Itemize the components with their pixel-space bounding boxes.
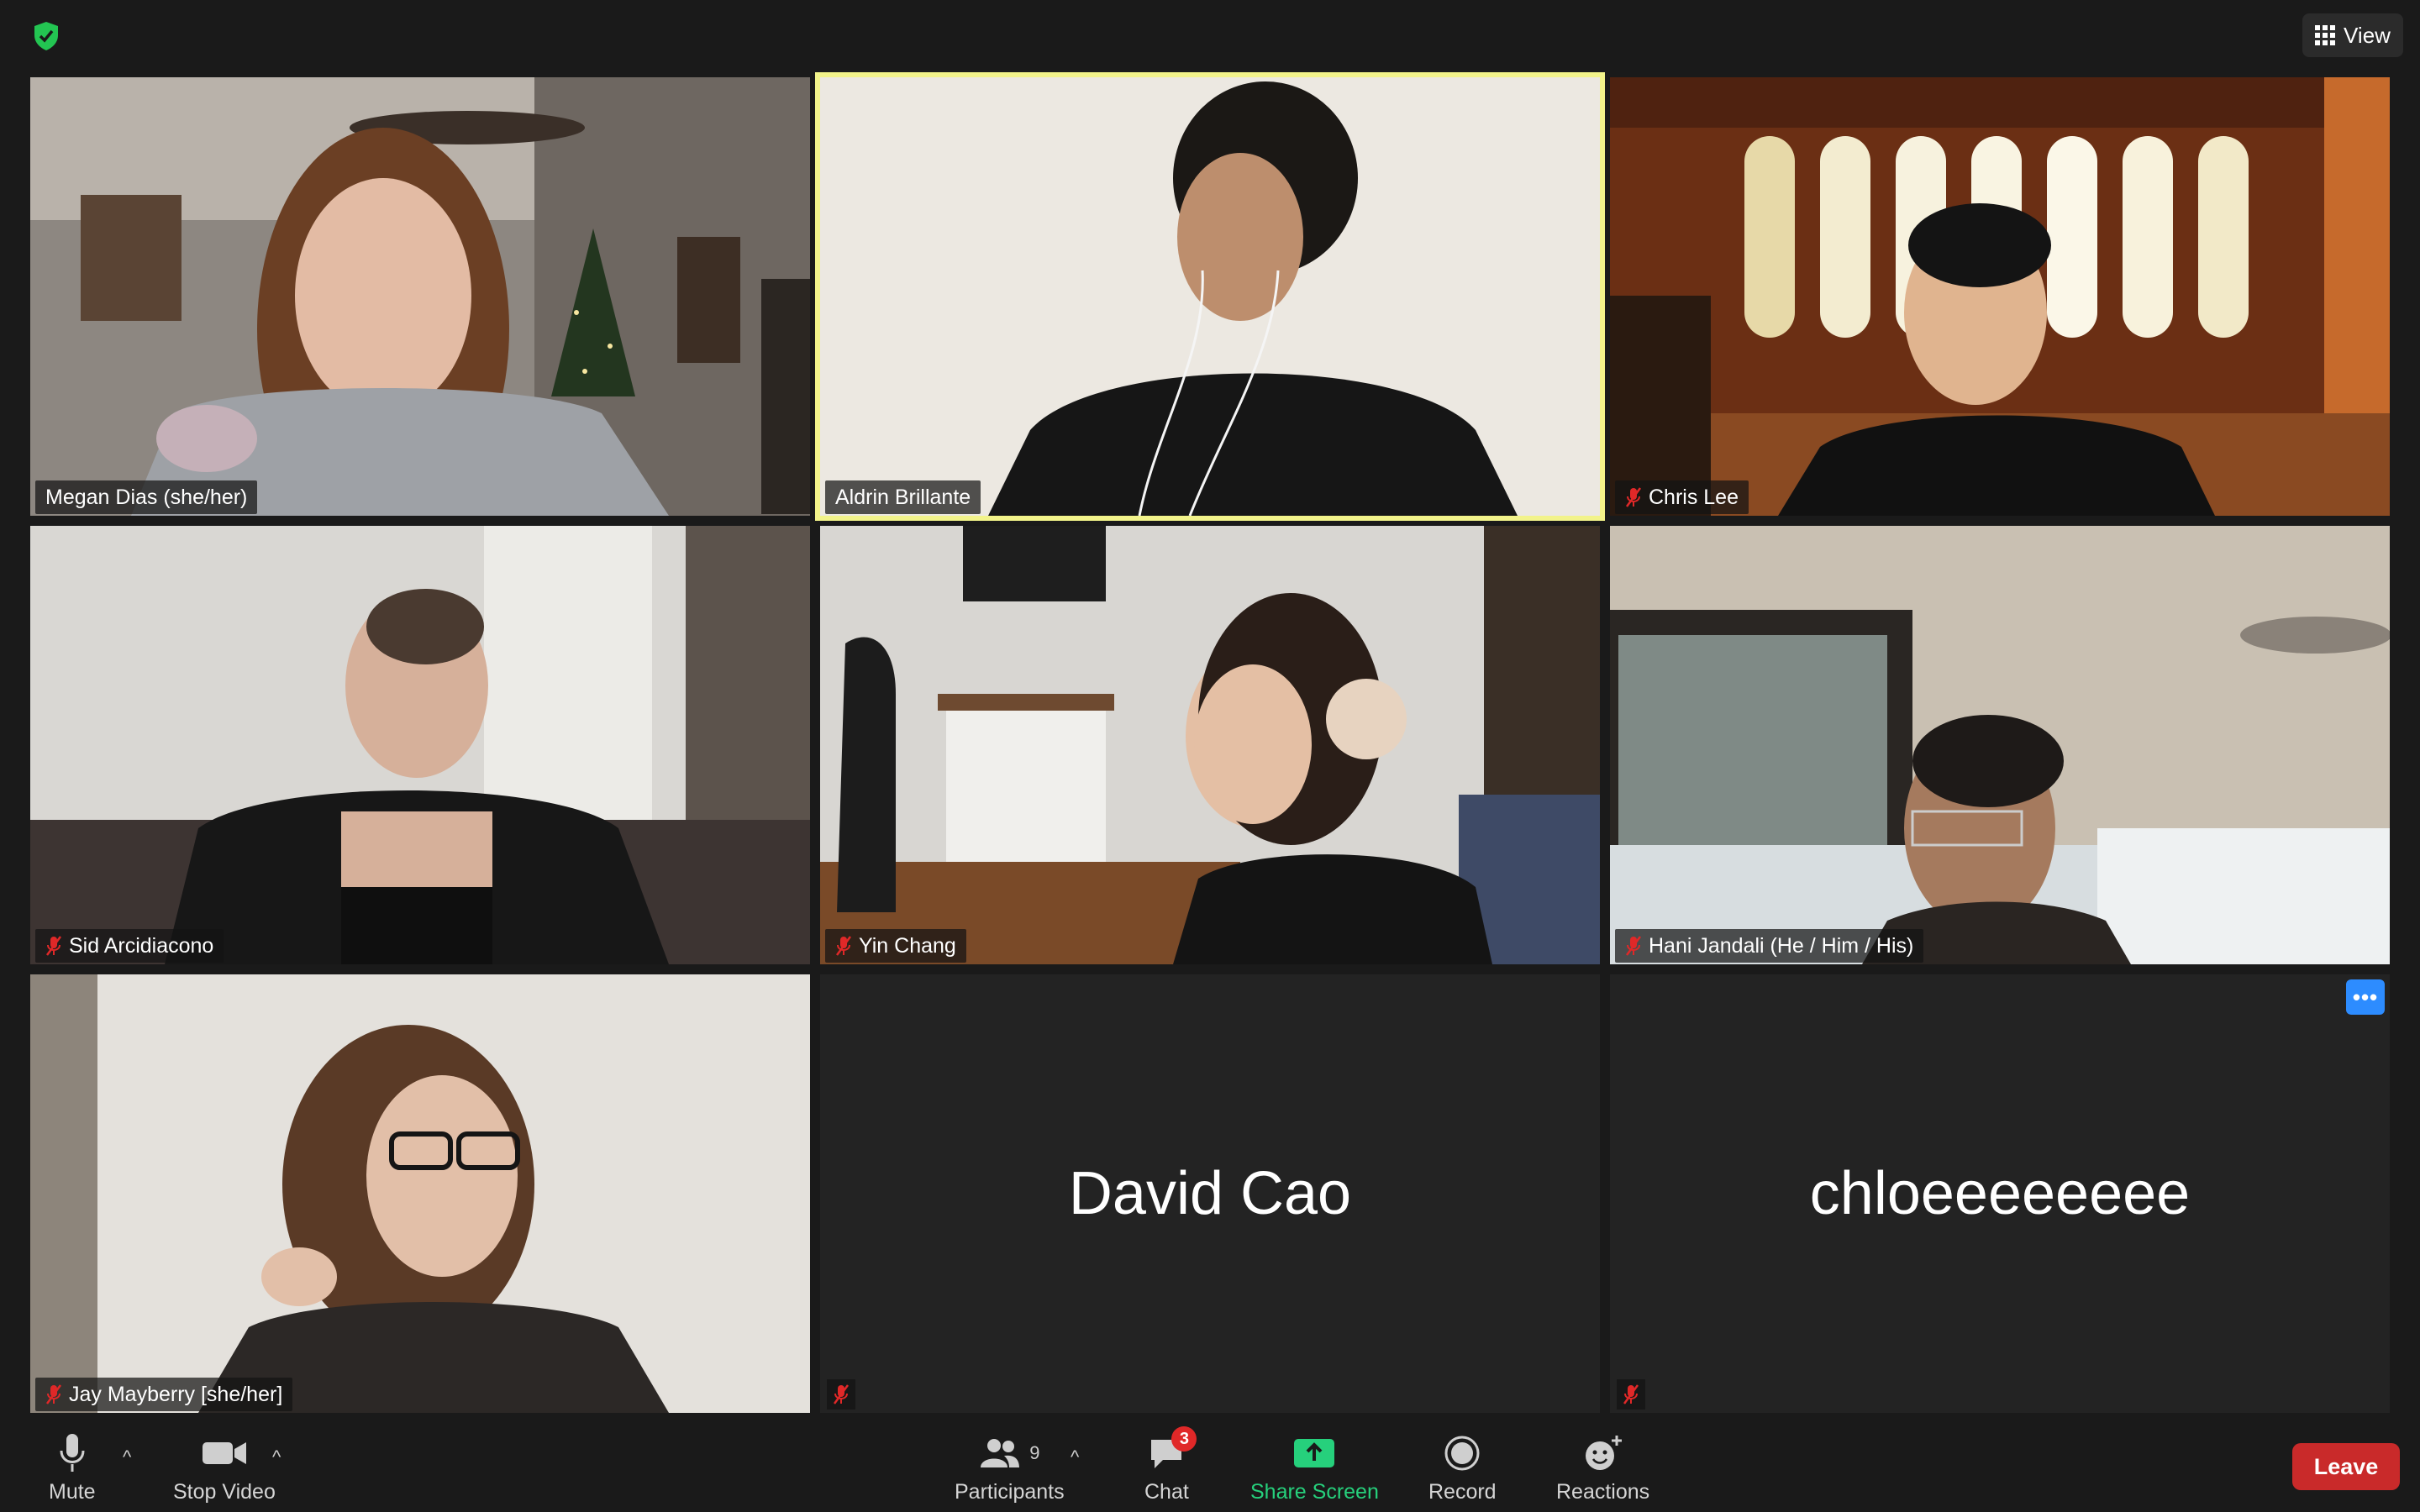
participant-video	[30, 526, 810, 964]
participant-video	[1610, 77, 2390, 516]
share-screen-button[interactable]: Share Screen	[1250, 1430, 1379, 1504]
audio-options-chevron-icon[interactable]: ^	[123, 1446, 131, 1468]
mute-button[interactable]: Mute	[49, 1430, 96, 1504]
mic-muted-icon	[1623, 1384, 1639, 1404]
participant-name: Aldrin Brillante	[835, 485, 971, 509]
mic-muted-icon	[1625, 936, 1642, 956]
participants-options-chevron-icon[interactable]: ^	[1071, 1446, 1079, 1468]
participant-nametag: Sid Arcidiacono	[35, 929, 224, 963]
participants-button[interactable]: 9 Participants	[955, 1430, 1065, 1504]
view-button[interactable]: View	[2302, 13, 2403, 57]
more-options-button[interactable]: •••	[2346, 979, 2385, 1015]
mic-muted-icon	[833, 1384, 850, 1404]
stop-video-button[interactable]: Stop Video	[173, 1430, 276, 1504]
chat-unread-badge: 3	[1171, 1426, 1197, 1452]
participant-video	[820, 526, 1600, 964]
video-tile-aldrin-brillante[interactable]: Aldrin Brillante	[815, 72, 1605, 521]
participant-video	[30, 77, 810, 516]
mic-muted-icon	[835, 936, 852, 956]
participants-label: Participants	[955, 1480, 1065, 1504]
participant-name: Megan Dias (she/her)	[45, 485, 248, 509]
participant-video	[820, 77, 1600, 516]
chat-button[interactable]: 3 Chat	[1144, 1426, 1197, 1504]
record-icon	[1444, 1436, 1480, 1471]
participant-nametag: Chris Lee	[1615, 480, 1749, 514]
video-tile-chloeeeeeeee[interactable]: chloeeeeeeee •••	[1610, 974, 2390, 1413]
participant-name: Sid Arcidiacono	[69, 933, 214, 958]
participant-nametag: Jay Mayberry [she/her]	[35, 1378, 293, 1411]
participant-name: Hani Jandali (He / Him / His)	[1649, 933, 1914, 958]
muted-indicator	[827, 1379, 855, 1410]
view-label: View	[2344, 22, 2391, 48]
chat-label: Chat	[1144, 1480, 1189, 1504]
reactions-label: Reactions	[1556, 1480, 1650, 1504]
record-button[interactable]: Record	[1428, 1430, 1497, 1504]
video-tile-david-cao[interactable]: David Cao	[820, 974, 1600, 1413]
video-tile-chris-lee[interactable]: Chris Lee	[1610, 77, 2390, 516]
participant-nametag: Aldrin Brillante	[825, 480, 981, 514]
reactions-button[interactable]: Reactions	[1556, 1430, 1649, 1504]
emoji-plus-icon	[1585, 1436, 1622, 1470]
video-tile-jay-mayberry[interactable]: Jay Mayberry [she/her]	[30, 974, 810, 1413]
people-icon	[981, 1439, 1020, 1467]
participants-count: 9	[1029, 1442, 1040, 1463]
grid-icon	[2315, 25, 2336, 45]
participant-name: Yin Chang	[859, 933, 956, 958]
leave-button[interactable]: Leave	[2292, 1443, 2400, 1490]
participant-nametag: Megan Dias (she/her)	[35, 480, 258, 514]
stop-video-label: Stop Video	[173, 1480, 276, 1504]
participant-nametag: Hani Jandali (He / Him / His)	[1615, 929, 1924, 963]
security-shield-icon[interactable]	[32, 20, 60, 52]
participant-name-large: David Cao	[1068, 1160, 1352, 1227]
mic-muted-icon	[1625, 487, 1642, 507]
video-tile-yin-chang[interactable]: Yin Chang	[820, 526, 1600, 964]
muted-indicator	[1617, 1379, 1645, 1410]
participant-name-large: chloeeeeeeee	[1809, 1160, 2191, 1227]
share-screen-label: Share Screen	[1250, 1480, 1379, 1504]
microphone-icon	[60, 1434, 85, 1472]
participant-name: Jay Mayberry [she/her]	[69, 1382, 283, 1406]
participant-video	[30, 974, 810, 1413]
meeting-toolbar: Mute ^ Stop Video ^ 9 Participants ^ 3 C…	[0, 1420, 2420, 1512]
share-screen-icon	[1294, 1439, 1335, 1467]
record-label: Record	[1428, 1480, 1497, 1504]
video-tile-megan-dias[interactable]: Megan Dias (she/her)	[30, 77, 810, 516]
video-options-chevron-icon[interactable]: ^	[272, 1446, 281, 1468]
participant-video	[1610, 526, 2390, 964]
zoom-meeting-window: View Megan Dias (she/her) Aldrin Brillan…	[0, 0, 2420, 1512]
participant-nametag: Yin Chang	[825, 929, 966, 963]
participant-name: Chris Lee	[1649, 485, 1739, 509]
video-camera-icon	[202, 1442, 246, 1464]
mic-muted-icon	[45, 936, 62, 956]
video-tile-sid-arcidiacono[interactable]: Sid Arcidiacono	[30, 526, 810, 964]
mic-muted-icon	[45, 1384, 62, 1404]
mute-label: Mute	[49, 1480, 96, 1504]
video-tile-hani-jandali[interactable]: Hani Jandali (He / Him / His)	[1610, 526, 2390, 964]
more-options-icon: •••	[2352, 984, 2379, 1010]
